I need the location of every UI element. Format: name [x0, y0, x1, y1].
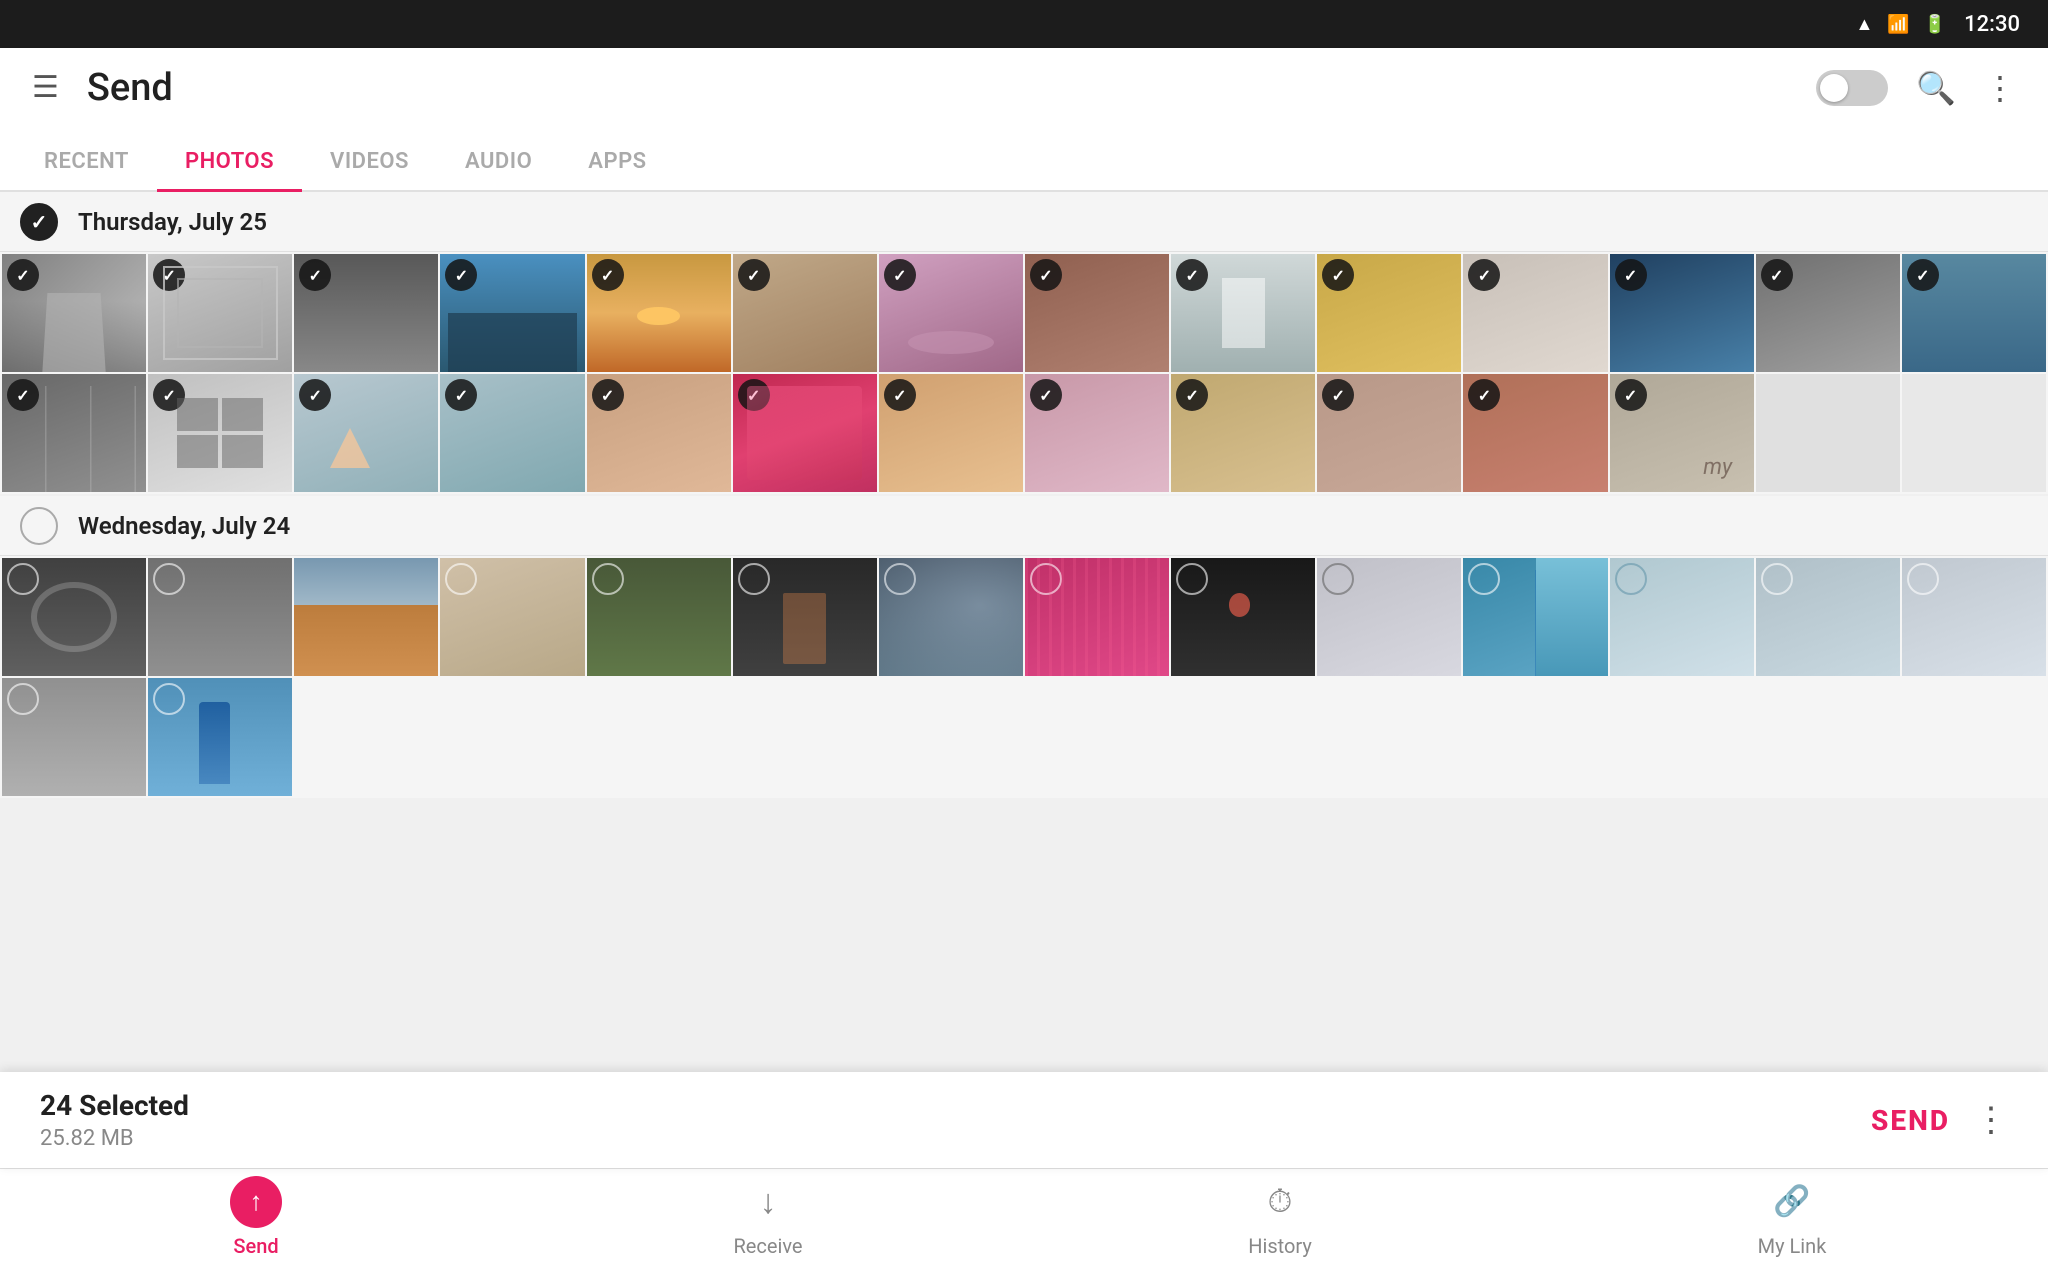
- photo-item[interactable]: ✓: [1025, 374, 1169, 492]
- toggle-button[interactable]: [1816, 70, 1888, 106]
- photo-item[interactable]: [1902, 374, 2046, 492]
- nav-item-send[interactable]: ↑ Send: [0, 1176, 512, 1258]
- photo-item[interactable]: [1463, 558, 1607, 676]
- receive-nav-icon: ↓: [742, 1176, 794, 1228]
- photo-item[interactable]: ✓: [148, 254, 292, 372]
- app-title: Send: [87, 66, 1788, 110]
- selection-info: 24 Selected 25.82 MB: [40, 1089, 1871, 1151]
- photo-item[interactable]: ✓: [733, 374, 877, 492]
- photo-item[interactable]: ✓: [1463, 374, 1607, 492]
- more-options-icon[interactable]: ⋮: [1984, 69, 2016, 107]
- photo-item[interactable]: ✓: [2, 374, 146, 492]
- photo-item[interactable]: ✓: [1171, 254, 1315, 372]
- photo-item[interactable]: [733, 558, 877, 676]
- photo-item[interactable]: [2, 558, 146, 676]
- tab-apps[interactable]: APPS: [560, 149, 674, 190]
- photo-item[interactable]: [1756, 374, 1900, 492]
- photo-item[interactable]: ✓: [2, 254, 146, 372]
- photo-item[interactable]: ✓: [1317, 254, 1461, 372]
- photo-item[interactable]: [148, 558, 292, 676]
- selection-bar: 24 Selected 25.82 MB SEND ⋮: [0, 1072, 2048, 1168]
- photo-item[interactable]: [294, 558, 438, 676]
- content-area: ✓ Thursday, July 25 ✓ ✓: [0, 192, 2048, 1072]
- photo-item[interactable]: ✓: [1756, 254, 1900, 372]
- nav-mylink-label: My Link: [1758, 1234, 1827, 1258]
- photo-item[interactable]: ✓: [294, 254, 438, 372]
- photo-item[interactable]: ✓: [1902, 254, 2046, 372]
- date-section-wednesday: Wednesday, July 24: [0, 496, 2048, 798]
- photo-item[interactable]: [2, 678, 146, 796]
- photo-item[interactable]: ✓: [1610, 254, 1754, 372]
- nav-item-history[interactable]: ⏱ History: [1024, 1176, 1536, 1258]
- selection-more-icon[interactable]: ⋮: [1974, 1100, 2008, 1140]
- signal-icon: 📶: [1887, 14, 1909, 35]
- selection-count: 24 Selected: [40, 1089, 1871, 1122]
- nav-item-receive[interactable]: ↓ Receive: [512, 1176, 1024, 1258]
- nav-receive-label: Receive: [733, 1234, 802, 1258]
- date-checkbox-wednesday[interactable]: [20, 507, 58, 545]
- photo-item[interactable]: [879, 558, 1023, 676]
- photo-item[interactable]: ✓: [879, 374, 1023, 492]
- photo-item[interactable]: ✓: [587, 374, 731, 492]
- date-label-thursday: Thursday, July 25: [78, 208, 267, 236]
- tab-audio[interactable]: AUDIO: [437, 149, 560, 190]
- photo-item[interactable]: [1756, 558, 1900, 676]
- nav-send-label: Send: [233, 1234, 278, 1258]
- tab-recent[interactable]: RECENT: [16, 149, 157, 190]
- date-label-wednesday: Wednesday, July 24: [78, 512, 290, 540]
- nav-history-label: History: [1248, 1234, 1312, 1258]
- tab-videos[interactable]: VIDEOS: [302, 149, 437, 190]
- photo-item[interactable]: ✓ my: [1610, 374, 1754, 492]
- photo-grid-thu-row2: ✓ ✓ ✓ ✓ ✓: [0, 373, 2048, 494]
- photo-item[interactable]: [1902, 558, 2046, 676]
- photo-item[interactable]: ✓: [1171, 374, 1315, 492]
- tabs-bar: RECENT PHOTOS VIDEOS AUDIO APPS: [0, 128, 2048, 192]
- photo-item[interactable]: ✓: [440, 374, 584, 492]
- mylink-nav-icon: 🔗: [1766, 1176, 1818, 1228]
- search-icon[interactable]: 🔍: [1916, 69, 1956, 107]
- photo-item[interactable]: ✓: [1317, 374, 1461, 492]
- photo-grid-wed-row2: [0, 677, 2048, 798]
- send-action-button[interactable]: SEND: [1871, 1104, 1950, 1137]
- photo-item[interactable]: ✓: [294, 374, 438, 492]
- photo-grid-wed-row1: [0, 556, 2048, 677]
- photo-item[interactable]: [1171, 558, 1315, 676]
- status-time: 12:30: [1964, 12, 2020, 37]
- wifi-icon: ▲: [1856, 14, 1874, 35]
- send-nav-icon: ↑: [230, 1176, 282, 1228]
- photo-item[interactable]: ✓: [1025, 254, 1169, 372]
- photo-grid-thu-row1: ✓ ✓ ✓ ✓: [0, 252, 2048, 373]
- photo-item[interactable]: [440, 558, 584, 676]
- nav-item-mylink[interactable]: 🔗 My Link: [1536, 1176, 2048, 1258]
- date-header-thursday[interactable]: ✓ Thursday, July 25: [0, 192, 2048, 252]
- photo-item[interactable]: ✓: [587, 254, 731, 372]
- status-bar: ▲ 📶 🔋 12:30: [0, 0, 2048, 48]
- photo-item[interactable]: ✓: [879, 254, 1023, 372]
- photo-item[interactable]: ✓: [733, 254, 877, 372]
- date-section-thursday: ✓ Thursday, July 25 ✓ ✓: [0, 192, 2048, 494]
- date-header-wednesday[interactable]: Wednesday, July 24: [0, 496, 2048, 556]
- photo-item[interactable]: ✓: [148, 374, 292, 492]
- battery-icon: 🔋: [1924, 14, 1946, 35]
- tab-photos[interactable]: PHOTOS: [157, 149, 302, 190]
- history-nav-icon: ⏱: [1254, 1176, 1306, 1228]
- photo-item[interactable]: [587, 558, 731, 676]
- photo-item[interactable]: [148, 678, 292, 796]
- photo-item[interactable]: ✓: [1463, 254, 1607, 372]
- bottom-nav: ↑ Send ↓ Receive ⏱ History 🔗 My Link: [0, 1168, 2048, 1264]
- date-checkbox-thursday[interactable]: ✓: [20, 203, 58, 241]
- app-bar: ☰ Send 🔍 ⋮: [0, 48, 2048, 128]
- photo-item[interactable]: [1610, 558, 1754, 676]
- hamburger-icon[interactable]: ☰: [32, 73, 59, 103]
- photo-item[interactable]: [1025, 558, 1169, 676]
- photo-item[interactable]: [1317, 558, 1461, 676]
- selection-size: 25.82 MB: [40, 1126, 1871, 1151]
- photo-item[interactable]: ✓: [440, 254, 584, 372]
